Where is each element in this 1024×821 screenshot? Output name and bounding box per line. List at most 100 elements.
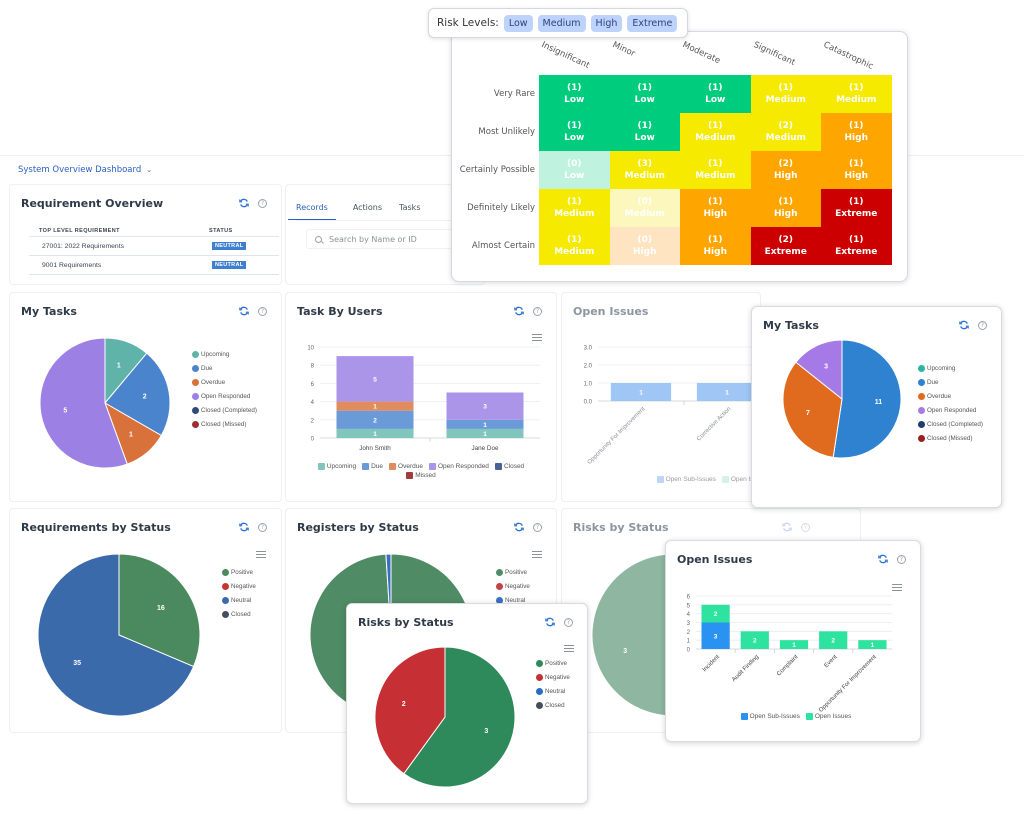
legend-label: Open Responded <box>437 463 489 470</box>
legend-item-open-responded[interactable]: Open Responded <box>428 463 489 470</box>
risk-cell-very-rare-significant[interactable]: (1) Medium <box>750 75 821 113</box>
refresh-icon[interactable] <box>514 306 524 316</box>
legend-item-open-issues[interactable]: Open Issues <box>805 713 851 720</box>
dashboard-selector[interactable]: System Overview Dashboard ⌄ <box>18 165 152 175</box>
legend-item-positive[interactable]: Positive <box>536 656 570 670</box>
refresh-icon[interactable] <box>545 617 555 627</box>
legend-item-upcoming[interactable]: Upcoming <box>317 463 356 470</box>
risk-cell-certainly-possible-insignificant[interactable]: (0) Low <box>539 151 610 189</box>
legend-item-neutral[interactable]: Neutral <box>536 684 570 698</box>
tab-records[interactable]: Records <box>288 203 336 220</box>
risk-level-chip-medium[interactable]: Medium <box>537 14 586 32</box>
legend-item-open-sub-issues[interactable]: Open Sub-Issues <box>656 476 716 483</box>
refresh-icon[interactable] <box>514 522 524 532</box>
help-icon[interactable]: ? <box>258 306 267 316</box>
hamburger-menu-icon[interactable] <box>532 334 542 341</box>
risk-level-chip-low[interactable]: Low <box>503 14 533 32</box>
bar-data-label: 1 <box>483 422 487 429</box>
help-icon[interactable]: ? <box>258 522 267 532</box>
risk-level: Medium <box>695 133 736 143</box>
help-icon[interactable]: ? <box>258 198 267 208</box>
table-row[interactable]: 27001: 2022 Requirements NEUTRAL <box>29 237 279 256</box>
risk-cell-most-unlikely-insignificant[interactable]: (1) Low <box>539 113 610 151</box>
risk-cell-almost-certain-moderate[interactable]: (1) High <box>680 227 751 265</box>
risk-cell-definitely-likely-significant[interactable]: (1) High <box>750 189 821 227</box>
help-icon[interactable]: ? <box>533 522 542 532</box>
hamburger-menu-icon[interactable] <box>532 551 542 558</box>
legend-item-overdue[interactable]: Overdue <box>918 389 983 403</box>
legend-item-neutral[interactable]: Neutral <box>222 593 256 607</box>
refresh-icon[interactable] <box>959 320 969 330</box>
risk-cell-almost-certain-insignificant[interactable]: (1) Medium <box>539 227 610 265</box>
legend-item-open-responded[interactable]: Open Responded <box>192 389 257 403</box>
risk-cell-very-rare-catastrophic[interactable]: (1) Medium <box>821 75 892 113</box>
refresh-icon[interactable] <box>239 522 249 532</box>
legend-item-overdue[interactable]: Overdue <box>389 463 423 470</box>
legend-item-closed-completed[interactable]: Closed (Completed) <box>192 403 257 417</box>
risk-cell-certainly-possible-moderate[interactable]: (1) Medium <box>680 151 751 189</box>
risk-cell-almost-certain-significant[interactable]: (2) Extreme <box>750 227 821 265</box>
risk-level: Medium <box>836 95 877 105</box>
legend-item-open-responded[interactable]: Open Responded <box>918 403 983 417</box>
legend-label: Neutral <box>231 596 252 604</box>
legend-item-closed-completed[interactable]: Closed (Completed) <box>918 417 983 431</box>
hamburger-menu-icon[interactable] <box>256 551 266 558</box>
legend-item-closed[interactable]: Closed <box>536 698 570 712</box>
legend-item-overdue[interactable]: Overdue <box>192 375 257 389</box>
legend-item-closed[interactable]: Closed <box>494 463 524 470</box>
risk-cell-almost-certain-minor[interactable]: (0) High <box>609 227 680 265</box>
legend-label: Open Sub-Issues <box>749 713 800 720</box>
legend-item-due[interactable]: Due <box>192 361 257 375</box>
legend-item-closed-missed[interactable]: Closed (Missed) <box>918 431 983 445</box>
risk-cell-certainly-possible-minor[interactable]: (3) Medium <box>609 151 680 189</box>
risk-cell-certainly-possible-significant[interactable]: (2) High <box>750 151 821 189</box>
risk-cell-definitely-likely-minor[interactable]: (0) Medium <box>609 189 680 227</box>
risk-level-chip-extreme[interactable]: Extreme <box>627 14 678 32</box>
risk-cell-most-unlikely-significant[interactable]: (2) Medium <box>750 113 821 151</box>
help-icon[interactable]: ? <box>897 554 906 564</box>
refresh-icon[interactable] <box>878 554 888 564</box>
help-icon[interactable]: ? <box>564 617 573 627</box>
risk-level-chip-high[interactable]: High <box>590 14 623 32</box>
risk-cell-very-rare-minor[interactable]: (1) Low <box>609 75 680 113</box>
help-icon[interactable]: ? <box>801 522 810 532</box>
risk-level: High <box>633 247 657 257</box>
refresh-icon[interactable] <box>239 306 249 316</box>
search-input[interactable]: Search by Name or ID <box>306 229 456 249</box>
refresh-icon[interactable] <box>239 198 249 208</box>
hamburger-menu-icon[interactable] <box>892 584 902 591</box>
legend-item-negative[interactable]: Negative <box>536 670 570 684</box>
legend-item-negative[interactable]: Negative <box>496 579 530 593</box>
legend-item-upcoming[interactable]: Upcoming <box>192 347 257 361</box>
tab-actions[interactable]: Actions <box>353 203 382 220</box>
risk-cell-most-unlikely-moderate[interactable]: (1) Medium <box>680 113 751 151</box>
legend-item-closed[interactable]: Closed <box>222 607 256 621</box>
risk-cell-definitely-likely-insignificant[interactable]: (1) Medium <box>539 189 610 227</box>
risk-cell-certainly-possible-catastrophic[interactable]: (1) High <box>821 151 892 189</box>
legend-label: Open Responded <box>927 406 977 414</box>
legend-item-due[interactable]: Due <box>362 463 383 470</box>
risk-cell-very-rare-insignificant[interactable]: (1) Low <box>539 75 610 113</box>
legend-item-due[interactable]: Due <box>918 375 983 389</box>
legend-item-positive[interactable]: Positive <box>222 565 256 579</box>
table-row[interactable]: 9001 Requirements NEUTRAL <box>29 256 279 275</box>
hamburger-menu-icon[interactable] <box>564 645 574 652</box>
risk-cell-very-rare-moderate[interactable]: (1) Low <box>680 75 751 113</box>
tab-tasks[interactable]: Tasks <box>399 203 420 220</box>
risk-cell-most-unlikely-catastrophic[interactable]: (1) High <box>821 113 892 151</box>
risk-cell-definitely-likely-moderate[interactable]: (1) High <box>680 189 751 227</box>
legend-item-open-sub-issues[interactable]: Open Sub-Issues <box>740 713 800 720</box>
legend-item-negative[interactable]: Negative <box>222 579 256 593</box>
risk-cell-most-unlikely-minor[interactable]: (1) Low <box>609 113 680 151</box>
legend-item-closed-missed[interactable]: Closed (Missed) <box>192 417 257 431</box>
legend-item-positive[interactable]: Positive <box>496 565 530 579</box>
help-icon[interactable]: ? <box>533 306 542 316</box>
pie-slice-due[interactable] <box>832 339 902 459</box>
legend-item-missed[interactable]: Missed <box>406 472 436 479</box>
risk-cell-definitely-likely-catastrophic[interactable]: (1) Extreme <box>821 189 892 227</box>
risk-cell-almost-certain-catastrophic[interactable]: (1) Extreme <box>821 227 892 265</box>
refresh-icon[interactable] <box>782 522 792 532</box>
help-icon[interactable]: ? <box>978 320 987 330</box>
legend-item-upcoming[interactable]: Upcoming <box>918 361 983 375</box>
chart-legend: Positive Negative Neutral Closed <box>536 656 570 712</box>
